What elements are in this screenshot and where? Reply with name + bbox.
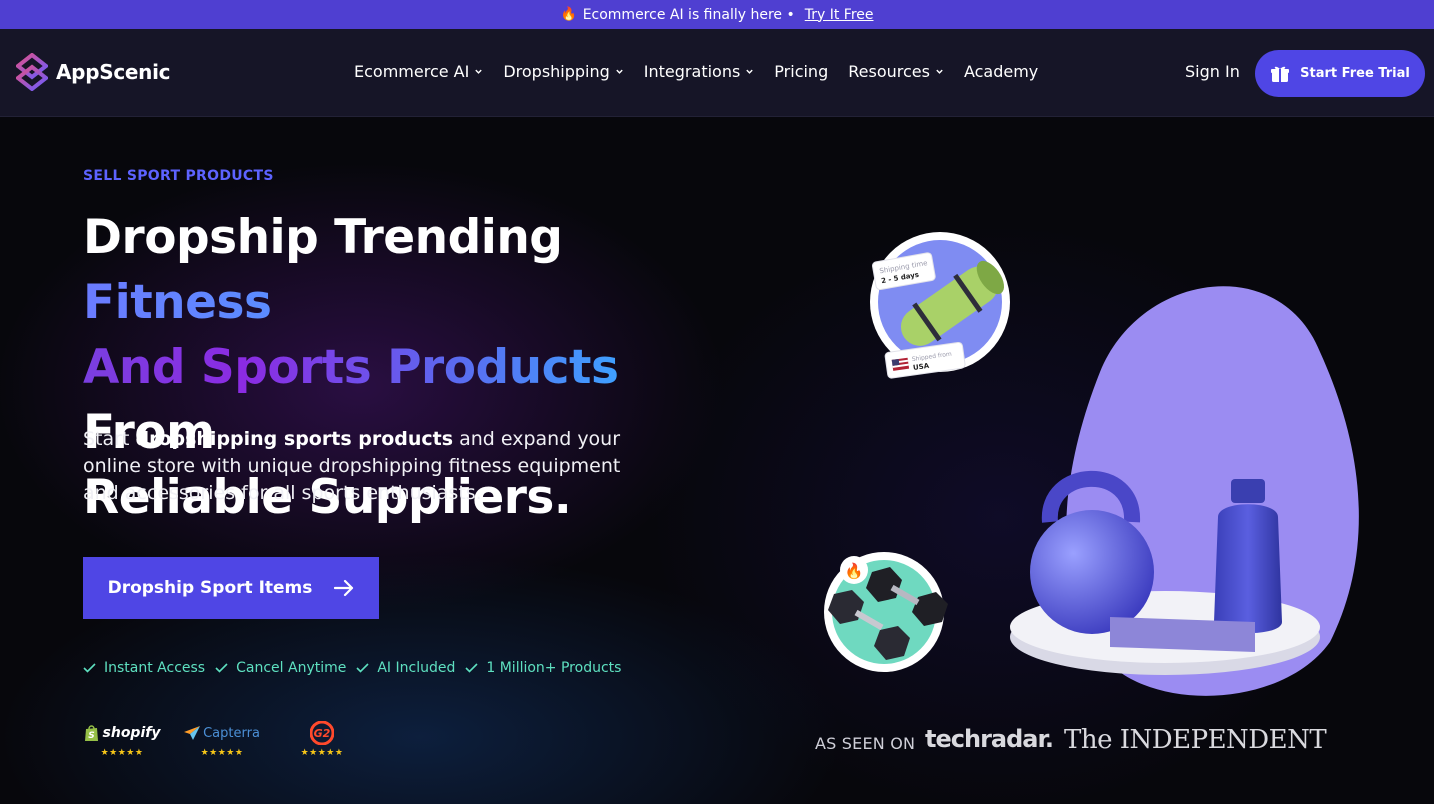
desc-bold: dropshipping sports products [135, 428, 454, 450]
feature-list: Instant Access Cancel Anytime AI Include… [83, 660, 621, 676]
desc-text: Start [83, 428, 136, 450]
capterra-badge[interactable]: Capterra ★★★★★ [184, 722, 260, 758]
shopify-logo: S shopify [84, 722, 161, 744]
menu-label: Ecommerce AI [354, 62, 470, 81]
menu-label: Integrations [643, 62, 741, 81]
water-bottle-cap [1231, 479, 1265, 503]
fire-icon: 🔥 [560, 7, 577, 22]
menu-label: Resources [848, 62, 930, 81]
chevron-down-icon [616, 69, 623, 74]
hero-section: SELL SPORT PRODUCTS Dropship Trending Fi… [0, 117, 1434, 804]
shopify-badge[interactable]: S shopify ★★★★★ [84, 722, 161, 758]
headline-highlight: Fitness [83, 275, 272, 330]
start-free-trial-button[interactable]: Start Free Trial [1255, 50, 1425, 97]
techradar-logo: techradar. [925, 725, 1054, 753]
announcement-bar: 🔥 Ecommerce AI is finally here • Try It … [0, 0, 1434, 29]
rating-stars: ★★★★★ [300, 748, 344, 758]
feature-label: 1 Million+ Products [486, 660, 622, 676]
chevron-down-icon [936, 69, 943, 74]
sports-products-illustration: Shipping time 2 - 5 days Shipped from US… [824, 232, 1359, 696]
menu-label: Academy [963, 62, 1039, 81]
badge-name: shopify [102, 725, 161, 741]
arrow-right-icon [334, 579, 354, 597]
resistance-band [1110, 617, 1255, 652]
fire-icon: 🔥 [845, 562, 864, 580]
menu-dropshipping[interactable]: Dropshipping [503, 62, 623, 81]
menu-resources[interactable]: Resources [848, 62, 944, 81]
hero-eyebrow: SELL SPORT PRODUCTS [83, 168, 274, 184]
menu-ecommerce-ai[interactable]: Ecommerce AI [354, 62, 483, 81]
water-bottle [1214, 504, 1282, 634]
as-seen-on-label: AS SEEN ON [815, 734, 916, 753]
feature-item: AI Included [356, 660, 455, 676]
announcement-text: Ecommerce AI is finally here • [582, 6, 795, 23]
badge-name: Capterra [203, 725, 260, 741]
check-icon [465, 663, 478, 673]
feature-label: Cancel Anytime [236, 660, 347, 676]
g2-badge[interactable]: G2 ★★★★★ [286, 721, 358, 758]
chevron-down-icon [475, 69, 483, 74]
g2-logo-icon: G2 [310, 721, 334, 745]
feature-item: Instant Access [83, 660, 205, 676]
review-badges: S shopify ★★★★★ Capterra ★★★★★ G2 ★★★★★ [84, 721, 358, 758]
menu-label: Dropshipping [503, 62, 610, 81]
top-nav: AppScenic Ecommerce AI Dropshipping Inte… [0, 29, 1434, 117]
sign-in-link[interactable]: Sign In [1185, 62, 1240, 81]
menu-pricing[interactable]: Pricing [774, 62, 828, 81]
start-free-trial-label: Start Free Trial [1300, 66, 1410, 81]
menu-academy[interactable]: Academy [964, 62, 1038, 81]
brand-logo[interactable]: AppScenic [16, 53, 170, 91]
chevron-down-icon [746, 69, 754, 74]
feature-label: Instant Access [104, 660, 206, 676]
gift-icon [1271, 66, 1290, 82]
menu-integrations[interactable]: Integrations [644, 62, 755, 81]
try-it-free-link[interactable]: Try It Free [805, 7, 874, 23]
svg-text:G2: G2 [314, 727, 331, 740]
main-menu: Ecommerce AI Dropshipping Integrations P… [354, 62, 1038, 81]
check-icon [83, 663, 96, 673]
appscenic-logo-icon [16, 53, 48, 91]
dropship-sport-items-button[interactable]: Dropship Sport Items [83, 557, 379, 619]
svg-text:S: S [88, 731, 94, 741]
hero-description: Start dropshipping sports products and e… [83, 426, 643, 507]
capterra-arrow-icon [184, 726, 201, 740]
headline-part: Dropship Trending [83, 210, 563, 265]
feature-item: Cancel Anytime [215, 660, 346, 676]
shopify-bag-icon: S [84, 725, 98, 741]
feature-item: 1 Million+ Products [465, 660, 621, 676]
kettlebell [1030, 510, 1154, 634]
menu-label: Pricing [774, 62, 829, 81]
check-icon [356, 663, 369, 673]
g2-logo: G2 [310, 721, 334, 745]
feature-label: AI Included [377, 660, 456, 676]
brand-name: AppScenic [56, 60, 171, 84]
capterra-logo: Capterra [184, 722, 260, 744]
check-icon [215, 663, 228, 673]
rating-stars: ★★★★★ [100, 748, 144, 758]
independent-logo: The INDEPENDENT [1064, 725, 1327, 755]
headline-highlight: And Sports Products [83, 340, 619, 395]
cta-label: Dropship Sport Items [107, 578, 313, 598]
rating-stars: ★★★★★ [200, 748, 244, 758]
